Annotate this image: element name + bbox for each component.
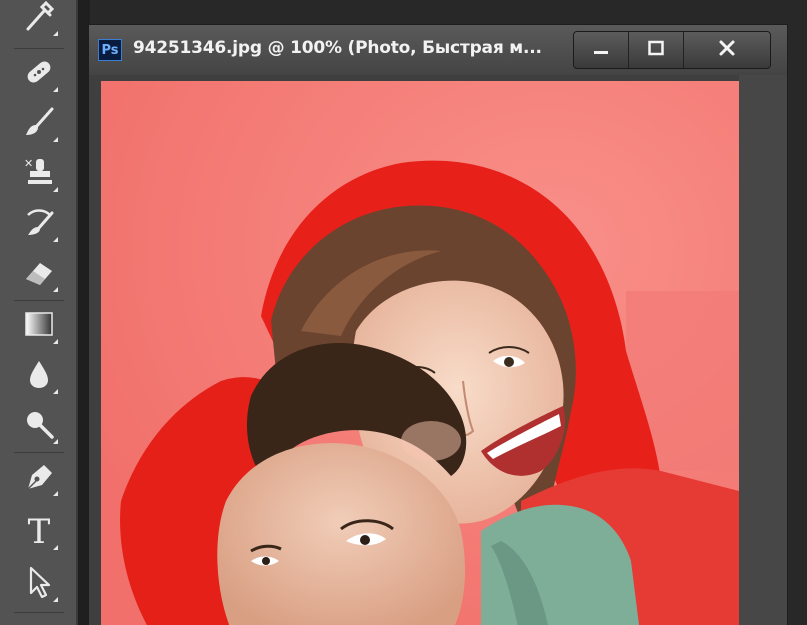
document-titlebar[interactable]: Ps 94251346.jpg @ 100% (Photo, Быстрая м… [89,25,787,75]
clone-stamp-tool[interactable]: ✕ [14,150,64,198]
spot-healing-tool[interactable] [14,50,64,98]
svg-text:✕: ✕ [24,157,33,170]
photo-image [101,81,739,625]
type-icon: T [27,512,51,552]
document-window[interactable]: Ps 94251346.jpg @ 100% (Photo, Быстрая м… [88,24,788,625]
image-canvas[interactable] [101,81,739,625]
eyedropper-tool[interactable] [14,0,64,42]
window-controls [573,31,771,69]
maximize-icon [647,39,665,61]
brush-tool[interactable] [14,100,64,148]
ps-logo-icon: Ps [98,39,122,61]
maximize-button[interactable] [628,32,684,68]
path-selection-tool[interactable] [14,560,64,608]
minimize-icon [592,39,610,61]
blur-tool[interactable] [14,352,64,400]
close-button[interactable] [683,32,770,68]
type-tool[interactable]: T [14,508,64,556]
eraser-tool[interactable] [14,250,64,298]
document-scroll-rail[interactable] [739,75,787,625]
dodge-tool[interactable] [14,402,64,450]
minimize-button[interactable] [574,32,629,68]
close-icon [718,39,736,61]
photoshop-app: ✕ T Ps 94251346.jpg @ 100% (Photo, Быстр… [0,0,807,625]
history-brush-tool[interactable] [14,200,64,248]
document-title: 94251346.jpg @ 100% (Photo, Быстрая м... [133,38,542,58]
pen-tool[interactable] [14,454,64,502]
gradient-tool[interactable] [14,302,64,350]
tools-panel: ✕ T [0,0,78,625]
